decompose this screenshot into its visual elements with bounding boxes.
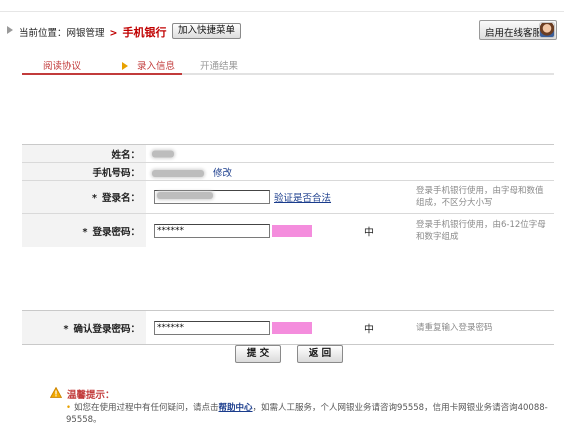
form-row-name: 姓名： bbox=[22, 145, 554, 163]
step-read-agreement: 阅读协议 bbox=[43, 61, 82, 72]
registration-form: 姓名： 手机号码： 修改 * 登录名： 验证是否合法 登录手机银行使用，由字母和数… bbox=[22, 144, 554, 247]
add-quick-menu-button[interactable]: 加入快捷菜单 bbox=[172, 23, 242, 39]
back-button[interactable]: 返 回 bbox=[297, 345, 343, 363]
confirm-password-form: * 确认登录密码： ****** 中 请重复输入登录密码 bbox=[22, 310, 554, 345]
redacted-phone bbox=[152, 169, 204, 177]
form-row-confirm-password: * 确认登录密码： ****** 中 请重复输入登录密码 bbox=[22, 311, 554, 344]
tips-text-1: 如您在使用过程中有任何疑问，请点击 bbox=[74, 403, 219, 413]
service-avatar-icon bbox=[539, 22, 555, 38]
password-strength-label: 中 bbox=[364, 227, 374, 238]
login-password-label-text: 登录密码： bbox=[92, 226, 140, 238]
required-mark: * bbox=[82, 226, 88, 238]
form-row-login-name: * 登录名： 验证是否合法 登录手机银行使用，由字母和数值组成，不区分大小写 bbox=[22, 181, 554, 214]
name-label: 姓名： bbox=[111, 149, 140, 161]
password-strength-bar bbox=[272, 224, 312, 237]
breadcrumb-prefix: 当前位置：网银管理 bbox=[19, 28, 105, 39]
progress-steps: 阅读协议 录入信息 开通结果 bbox=[22, 55, 554, 75]
confirm-password-input[interactable]: ****** bbox=[154, 320, 270, 335]
confirm-password-hint: 请重复输入登录密码 bbox=[416, 322, 493, 333]
phone-label: 手机号码： bbox=[92, 167, 140, 179]
online-service-label: 启用在线客服 bbox=[485, 28, 543, 39]
form-row-login-password: * 登录密码： ****** 中 登录手机银行使用，由6-12位字母和数字组成 bbox=[22, 214, 554, 247]
step-result: 开通结果 bbox=[200, 61, 239, 72]
required-mark: * bbox=[63, 323, 69, 335]
label-cell: 姓名： bbox=[22, 145, 146, 162]
login-password-hint: 登录手机银行使用，由6-12位字母和数字组成 bbox=[416, 219, 546, 242]
login-name-label: * 登录名： bbox=[92, 190, 140, 204]
confirm-strength-label: 中 bbox=[364, 324, 374, 335]
redacted-login-name bbox=[157, 192, 213, 199]
label-cell: * 登录密码： bbox=[22, 214, 146, 247]
login-password-label: * 登录密码： bbox=[83, 224, 140, 238]
confirm-password-label: * 确认登录密码： bbox=[64, 321, 140, 335]
breadcrumb-current: 手机银行 bbox=[122, 26, 167, 39]
confirm-strength-bar bbox=[272, 321, 312, 334]
help-center-link[interactable]: 帮助中心 bbox=[219, 403, 253, 413]
breadcrumb: 当前位置：网银管理 > 手机银行 bbox=[19, 24, 167, 40]
tips-bullet: • bbox=[66, 403, 72, 413]
login-name-input[interactable] bbox=[154, 190, 270, 204]
tips-title: 温馨提示： bbox=[67, 390, 115, 401]
submit-button[interactable]: 提 交 bbox=[235, 345, 281, 363]
warning-icon bbox=[50, 387, 62, 398]
required-mark: * bbox=[92, 193, 97, 204]
step-enter-info: 录入信息 bbox=[122, 58, 175, 72]
play-icon bbox=[122, 62, 128, 70]
step-enter-info-label: 录入信息 bbox=[137, 61, 176, 72]
arrow-right-icon bbox=[7, 26, 13, 34]
top-border bbox=[0, 0, 564, 12]
header: 当前位置：网银管理 > 手机银行 加入快捷菜单 启用在线客服 bbox=[0, 16, 564, 44]
login-name-label-text: 登录名： bbox=[101, 193, 140, 204]
login-name-hint: 登录手机银行使用，由字母和数值组成，不区分大小写 bbox=[416, 186, 544, 208]
label-cell: * 登录名： bbox=[22, 181, 146, 213]
progress-indicator bbox=[22, 73, 182, 75]
form-row-phone: 手机号码： 修改 bbox=[22, 163, 554, 181]
verify-login-name-link[interactable]: 验证是否合法 bbox=[274, 190, 331, 204]
online-service-button[interactable]: 启用在线客服 bbox=[479, 20, 557, 40]
login-password-input[interactable]: ****** bbox=[154, 223, 270, 238]
form-actions: 提 交 返 回 bbox=[0, 345, 564, 365]
label-cell: * 确认登录密码： bbox=[22, 311, 146, 344]
name-value bbox=[152, 148, 174, 159]
breadcrumb-separator: > bbox=[109, 28, 118, 39]
confirm-password-label-text: 确认登录密码： bbox=[73, 323, 140, 335]
phone-value: 修改 bbox=[152, 165, 232, 179]
redacted-name bbox=[152, 150, 174, 157]
label-cell: 手机号码： bbox=[22, 163, 146, 180]
modify-phone-link[interactable]: 修改 bbox=[213, 168, 232, 179]
tips-body: • 如您在使用过程中有任何疑问，请点击帮助中心，如需人工服务，个人网银业务请咨询9… bbox=[66, 402, 548, 426]
